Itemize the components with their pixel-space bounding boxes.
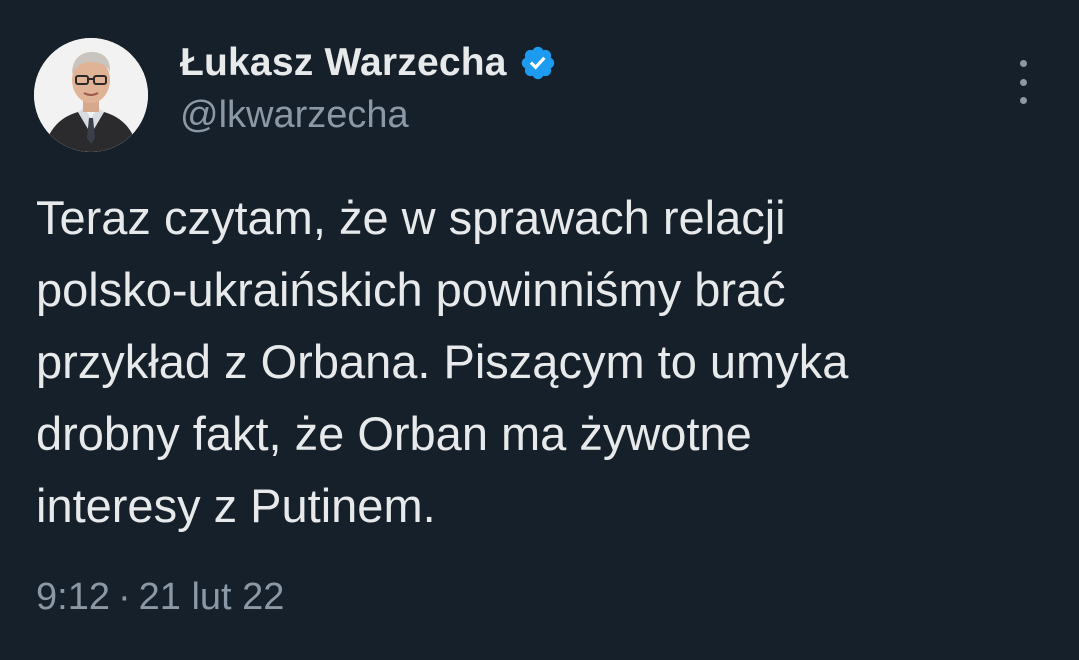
more-options-icon[interactable] — [1008, 60, 1038, 104]
tweet-text-line: polsko-ukraińskich powinniśmy brać — [36, 263, 786, 316]
avatar-photo-icon — [34, 38, 148, 152]
more-dot — [1019, 78, 1027, 86]
tweet-date[interactable]: 21 lut 22 — [139, 576, 285, 618]
tweet-text-line: interesy z Putinem. — [36, 479, 436, 532]
tweet-time[interactable]: 9:12 — [36, 576, 110, 618]
tweet-text-line: drobny fakt, że Orban ma żywotne — [36, 407, 752, 460]
tweet-text-line: przykład z Orbana. Piszącym to umyka — [36, 335, 849, 388]
tweet-text: Teraz czytam, że w sprawach relacji pols… — [36, 182, 1046, 542]
author-display-name[interactable]: Łukasz Warzecha — [180, 41, 507, 85]
tweet-timestamp: 9:12 · 21 lut 22 — [36, 576, 284, 619]
author-name-row[interactable]: Łukasz Warzecha — [180, 38, 557, 88]
more-dot — [1019, 60, 1027, 67]
verified-badge-icon — [521, 46, 554, 80]
tweet-card: Łukasz Warzecha @lkwarzecha Teraz czytam… — [0, 0, 1079, 660]
meta-separator: · — [117, 576, 131, 618]
more-dot — [1019, 97, 1027, 104]
avatar[interactable] — [34, 38, 148, 152]
author-handle[interactable]: @lkwarzecha — [180, 94, 409, 137]
tweet-text-line: Teraz czytam, że w sprawach relacji — [36, 191, 786, 244]
